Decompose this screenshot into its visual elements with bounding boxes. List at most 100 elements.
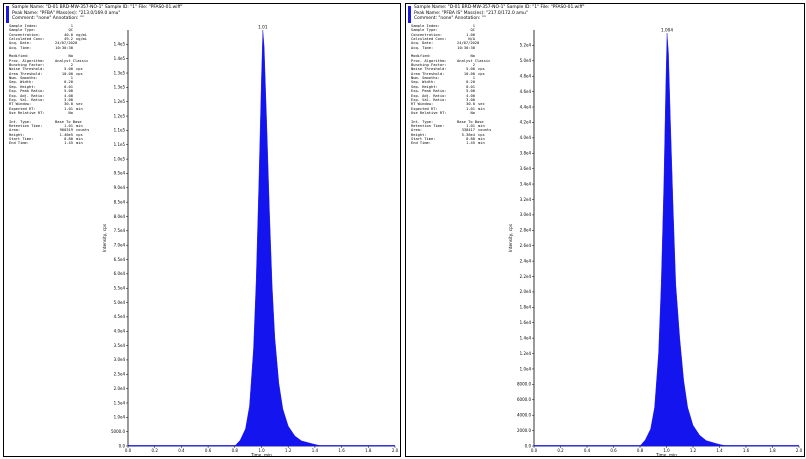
x-tick-label: 2.0 <box>392 448 399 453</box>
y-tick-label: 1.0e5 <box>114 156 126 161</box>
y-tick-label: 7.5e4 <box>114 228 126 233</box>
param-key: End Time: <box>9 141 29 146</box>
y-tick-label: 2.8e4 <box>520 228 532 233</box>
y-tick-label: 8.5e4 <box>114 199 126 204</box>
chart-header: Sample Name: "D-01 BRD-MW-357-NO-1" Samp… <box>406 4 804 26</box>
y-tick-label: 1.3e5 <box>114 85 126 90</box>
y-tick-label: 4000.0 <box>517 412 531 417</box>
param-value: 10:30:30 <box>457 45 475 50</box>
y-tick-label: 1.2e5 <box>114 113 126 118</box>
peak-area <box>534 33 799 447</box>
param-key: Use Relative RT: <box>9 110 45 115</box>
x-tick-label: 0.2 <box>152 448 159 453</box>
chromatogram-panel-left: 0.0 5000.0 1.0e4 1.5e4 2.0e4 2.5e4 3.0e4 3.5e4 4… <box>3 3 401 457</box>
header-line-3: Comment: "none" Annotation: "" <box>12 16 84 21</box>
y-tick-label: 4.0e4 <box>520 135 532 140</box>
y-tick-label: 2000.0 <box>517 428 531 433</box>
y-axis-label: Intensity, cps <box>102 224 107 252</box>
y-tick-label: 6000.0 <box>517 397 531 402</box>
y-tick-label: 6.0e4 <box>114 271 126 276</box>
header-line-2: Peak Name: "PFBA IS" Mass(es): "217.0/17… <box>414 10 528 16</box>
y-tick-label: 1.4e5 <box>114 42 126 47</box>
y-tick-label: 8.0e4 <box>114 214 126 219</box>
header-marker <box>408 6 411 23</box>
y-tick-label: 2.2e4 <box>520 274 532 279</box>
x-tick-label: 0.0 <box>531 448 538 453</box>
y-tick-label: 1.1e5 <box>114 128 126 133</box>
y-tick-label: 2.5e4 <box>114 372 126 377</box>
param-value: No <box>68 110 73 115</box>
x-tick-label: 0.8 <box>637 448 644 453</box>
y-tick-label: 5000.0 <box>111 429 125 434</box>
y-tick-label: 1.8e4 <box>520 305 532 310</box>
x-tick-label: 0.6 <box>205 448 212 453</box>
y-tick-label: 5.0e4 <box>520 58 532 63</box>
y-tick-label: 1.6e4 <box>520 320 532 325</box>
x-tick-label: 1.4 <box>312 448 319 453</box>
param-unit: ng/mL <box>76 37 88 42</box>
param-unit: min <box>76 141 83 146</box>
y-tick-label: 1.0e4 <box>114 415 126 420</box>
y-tick-label: 1.2e5 <box>114 99 126 104</box>
param-key: Acq. Time: <box>411 45 434 50</box>
y-tick-label: 3.2e4 <box>520 197 532 202</box>
y-tick-label: 5.5e4 <box>114 286 126 291</box>
peak-area <box>128 29 395 447</box>
x-tick-label: 1.8 <box>365 448 372 453</box>
x-tick-label: 0.8 <box>232 448 239 453</box>
param-unit: min <box>76 106 83 111</box>
header-line-1: Sample Name: "D-01 BRD-MW-357-NO-1" Samp… <box>12 5 183 10</box>
x-tick-label: 2.0 <box>796 448 803 453</box>
y-axis-label: Intensity, cps <box>508 224 513 252</box>
y-tick-label: 1.1e5 <box>114 142 126 147</box>
header-line-1: Sample Name: "D-01 BRD-MW-357-NO-1" Samp… <box>414 5 585 10</box>
param-unit: min <box>478 106 485 111</box>
y-tick-label: 1.5e4 <box>114 400 126 405</box>
y-tick-label: 2.0e4 <box>520 289 532 294</box>
x-tick-label: 1.6 <box>338 448 345 453</box>
x-tick-label: 0.4 <box>584 448 591 453</box>
y-tick-label: 9.5e4 <box>114 171 126 176</box>
x-axis-label: Time, min <box>250 453 272 457</box>
y-tick-label: 9.0e4 <box>114 185 126 190</box>
chromatogram-panel-right: 0.0 2000.0 4000.0 6000.0 8000.0 1.0e4 1.2e4 1.4… <box>405 3 805 457</box>
param-value: 10:30:30 <box>55 45 73 50</box>
y-tick-label: 3.5e4 <box>114 343 126 348</box>
param-key: End Time: <box>411 141 431 146</box>
param-unit: cps <box>76 71 83 76</box>
y-tick-label: 2.4e4 <box>520 258 532 263</box>
param-value: No <box>470 110 475 115</box>
y-tick-label: 3.4e4 <box>520 181 532 186</box>
x-tick-label: 0.0 <box>125 448 132 453</box>
x-tick-label: 1.2 <box>690 448 697 453</box>
y-tick-label: 4.4e4 <box>520 104 532 109</box>
y-tick-label: 6.5e4 <box>114 257 126 262</box>
y-tick-label: 5.2e4 <box>520 43 532 48</box>
param-unit: min <box>478 141 485 146</box>
y-tick-label: 1.3e5 <box>114 70 126 75</box>
peak-label: 1.004 <box>661 28 673 33</box>
y-tick-label: 4.5e4 <box>114 314 126 319</box>
y-tick-label: 4.0e4 <box>114 329 126 334</box>
header-marker <box>6 6 9 23</box>
x-tick-label: 0.6 <box>610 448 617 453</box>
header-line-3: Comment: "none" Annotation: "" <box>414 16 486 21</box>
y-tick-label: 1.4e4 <box>520 335 532 340</box>
param-key: Use Relative RT: <box>411 110 447 115</box>
y-tick-label: 3.8e4 <box>520 151 532 156</box>
y-tick-label: 1.4e5 <box>114 56 126 61</box>
y-tick-label: 8000.0 <box>517 382 531 387</box>
y-tick-label: 3.6e4 <box>520 166 532 171</box>
chart-header: Sample Name: "D-01 BRD-MW-357-NO-1" Samp… <box>4 4 400 26</box>
param-key: Acq. Time: <box>9 45 32 50</box>
x-tick-label: 0.4 <box>178 448 185 453</box>
y-tick-label: 4.6e4 <box>520 89 532 94</box>
x-tick-label: 0.2 <box>557 448 564 453</box>
y-tick-label: 1.2e4 <box>520 351 532 356</box>
y-tick-label: 4.2e4 <box>520 120 532 125</box>
header-line-2: Peak Name: "PFBA" Mass(es): "213.0/169.0… <box>12 10 121 16</box>
y-tick-label: 1.0e4 <box>520 366 532 371</box>
x-tick-label: 1.8 <box>769 448 776 453</box>
y-tick-label: 7.0e4 <box>114 242 126 247</box>
x-tick-label: 1.6 <box>743 448 750 453</box>
